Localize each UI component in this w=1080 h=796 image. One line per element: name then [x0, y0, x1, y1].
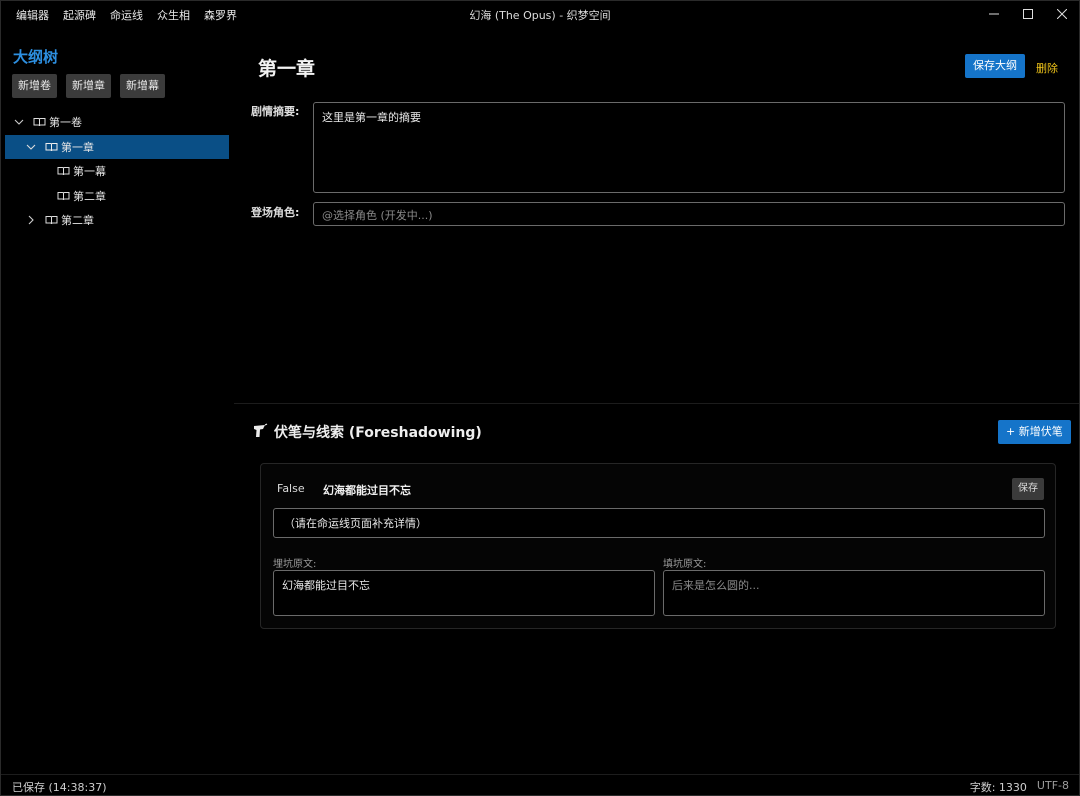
tree-item-volume-1[interactable]: 第一卷: [5, 110, 229, 135]
tree-item-scene-1[interactable]: 第一幕: [5, 159, 229, 184]
save-foreshadowing-button[interactable]: 保存: [1012, 478, 1044, 500]
section-divider: [234, 403, 1079, 404]
foreshadowing-card: False 幻海都能过目不忘 保存 （请在命运线页面补充详情） 埋坑原文: 幻海…: [260, 463, 1056, 629]
add-volume-button[interactable]: 新增卷: [12, 74, 57, 98]
minimize-icon: [989, 13, 999, 15]
detail-input[interactable]: （请在命运线页面补充详情）: [273, 508, 1045, 538]
tree-item-scene-2[interactable]: 第二章: [5, 184, 229, 209]
foreshadowing-header: 伏笔与线索 (Foreshadowing): [252, 422, 482, 442]
minimize-button[interactable]: [977, 1, 1011, 27]
maximize-button[interactable]: [1011, 1, 1045, 27]
characters-label: 登场角色:: [251, 206, 300, 219]
fill-textarea[interactable]: 后来是怎么圆的...: [663, 570, 1045, 616]
page-title: 第一章: [258, 58, 316, 80]
tree-item-label: 第一章: [61, 140, 94, 154]
menu-characters[interactable]: 众生相: [150, 1, 197, 31]
close-icon: [1057, 9, 1067, 19]
bury-label: 埋坑原文:: [273, 559, 317, 570]
tree-item-chapter-1[interactable]: 第一章: [5, 134, 229, 159]
summary-label: 剧情摘要:: [251, 105, 300, 118]
characters-input[interactable]: @选择角色 (开发中...): [313, 202, 1065, 226]
tree-item-chapter-2[interactable]: 第二章: [5, 208, 229, 233]
menu-editor[interactable]: 编辑器: [9, 1, 56, 31]
bury-text: 幻海都能过目不忘: [282, 579, 370, 592]
status-right: 字数: 1330 UTF-8: [970, 779, 1069, 795]
add-chapter-button[interactable]: 新增章: [66, 74, 111, 98]
status-bar: 已保存 (14:38:37) 字数: 1330 UTF-8: [1, 774, 1079, 796]
summary-text: 这里是第一章的摘要: [322, 111, 421, 124]
outline-sidebar: 大纲树 新增卷 新增章 新增幕 第一卷 第一章 第一幕 第二章 第二章: [1, 31, 234, 774]
fill-label: 填坑原文:: [663, 559, 707, 570]
menu-bar: 编辑器 起源碑 命运线 众生相 森罗界: [9, 1, 244, 31]
delete-button[interactable]: 删除: [1036, 60, 1058, 76]
save-status: 已保存 (14:38:37): [12, 781, 107, 794]
book-icon: [57, 191, 70, 201]
characters-placeholder: @选择角色 (开发中...): [322, 209, 433, 222]
foreshadowing-name: 幻海都能过目不忘: [323, 484, 411, 497]
close-button[interactable]: [1045, 1, 1079, 27]
status-badge: False: [277, 482, 305, 495]
menu-fate-line[interactable]: 命运线: [103, 1, 150, 31]
tree-item-label: 第二章: [73, 189, 106, 203]
app-window: 编辑器 起源碑 命运线 众生相 森罗界 幻海 (The Opus) - 织梦空间…: [0, 0, 1080, 796]
book-icon: [45, 215, 58, 225]
book-icon: [33, 117, 46, 127]
detail-text: （请在命运线页面补充详情）: [284, 517, 427, 530]
chevron-right-icon[interactable]: [25, 214, 37, 226]
chevron-down-icon[interactable]: [13, 116, 25, 128]
chapter-editor: 第一章 保存大纲 删除 剧情摘要: 这里是第一章的摘要 登场角色: @选择角色 …: [234, 31, 1079, 774]
chevron-down-icon[interactable]: [25, 141, 37, 153]
encoding: UTF-8: [1036, 779, 1069, 792]
fill-placeholder: 后来是怎么圆的...: [672, 579, 760, 592]
summary-textarea[interactable]: 这里是第一章的摘要: [313, 102, 1065, 193]
maximize-icon: [1023, 9, 1033, 19]
menu-world[interactable]: 森罗界: [197, 1, 244, 31]
foreshadowing-title: 伏笔与线索 (Foreshadowing): [274, 425, 482, 441]
tree-item-label: 第一幕: [73, 165, 106, 179]
word-count: 字数: 1330: [969, 781, 1027, 794]
book-icon: [45, 142, 58, 152]
menu-origin-stele[interactable]: 起源碑: [56, 1, 103, 31]
window-controls: [977, 1, 1079, 27]
tree-item-label: 第一卷: [49, 116, 82, 130]
book-icon: [57, 166, 70, 176]
sidebar-actions: 新增卷 新增章 新增幕: [12, 74, 165, 98]
add-foreshadowing-button[interactable]: + 新增伏笔: [998, 420, 1071, 444]
bury-textarea[interactable]: 幻海都能过目不忘: [273, 570, 655, 616]
tree-item-label: 第二章: [61, 214, 94, 228]
quill-icon: [252, 422, 268, 442]
outline-tree: 第一卷 第一章 第一幕 第二章 第二章: [5, 110, 229, 233]
save-outline-button[interactable]: 保存大纲: [965, 54, 1025, 78]
add-scene-button[interactable]: 新增幕: [120, 74, 165, 98]
title-bar: 编辑器 起源碑 命运线 众生相 森罗界 幻海 (The Opus) - 织梦空间: [1, 1, 1079, 31]
sidebar-title: 大纲树: [13, 48, 59, 66]
